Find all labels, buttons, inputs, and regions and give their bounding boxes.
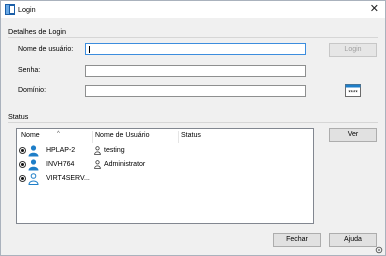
view-button[interactable]: Ver: [329, 128, 377, 142]
user-icon: [94, 160, 101, 169]
help-button[interactable]: Ajuda: [329, 233, 377, 247]
divider: [8, 122, 378, 123]
column-header-name[interactable]: Nome ^: [21, 131, 60, 139]
login-details-title: Detalhes de Login: [8, 27, 66, 36]
divider: [8, 37, 378, 38]
username-field[interactable]: [85, 43, 306, 55]
domain-label: Domínio:: [18, 87, 47, 94]
password-keyboard-icon[interactable]: ****: [345, 84, 361, 97]
row-name: VIRT4SERV...: [46, 175, 90, 182]
app-icon: [5, 4, 15, 15]
svg-text:****: ****: [348, 91, 358, 97]
username-label: Nome de usuário:: [18, 46, 74, 53]
password-label: Senha:: [18, 67, 41, 74]
computer-user-icon: [28, 159, 39, 171]
user-icon: [94, 146, 101, 155]
row-select-radio[interactable]: [19, 175, 26, 182]
row-username: testing: [104, 147, 125, 154]
computer-user-outline-icon: [28, 173, 39, 185]
list-item[interactable]: VIRT4SERV...: [17, 172, 313, 186]
row-select-radio[interactable]: [19, 161, 26, 168]
status-list[interactable]: Nome ^ Nome de Usuário Status HPLAP-2 te…: [16, 128, 314, 224]
domain-field[interactable]: [85, 85, 306, 97]
title-bar: Login ✕: [1, 1, 385, 18]
close-icon[interactable]: ✕: [370, 3, 379, 15]
sort-ascending-icon: ^: [57, 131, 60, 137]
row-username: Administrator: [104, 161, 146, 168]
column-header-status[interactable]: Status: [181, 132, 201, 139]
close-button[interactable]: Fechar: [273, 233, 321, 247]
column-divider[interactable]: [92, 131, 93, 143]
login-dialog: Login ✕ Detalhes de Login Nome de usuári…: [0, 0, 386, 256]
text-caret: [89, 46, 90, 53]
list-item[interactable]: INVH764 Administrator: [17, 158, 313, 172]
row-name: INVH764: [46, 161, 75, 168]
resize-grip-icon[interactable]: [375, 246, 383, 254]
row-select-radio[interactable]: [19, 147, 26, 154]
list-item[interactable]: HPLAP-2 testing: [17, 144, 313, 158]
column-header-username[interactable]: Nome de Usuário: [95, 132, 149, 139]
column-divider[interactable]: [178, 131, 179, 143]
window-title: Login: [18, 5, 36, 14]
password-field[interactable]: [85, 65, 306, 77]
login-button[interactable]: Login: [329, 43, 377, 57]
row-name: HPLAP-2: [46, 147, 76, 154]
status-section-title: Status: [8, 112, 29, 121]
computer-user-icon: [28, 145, 39, 157]
